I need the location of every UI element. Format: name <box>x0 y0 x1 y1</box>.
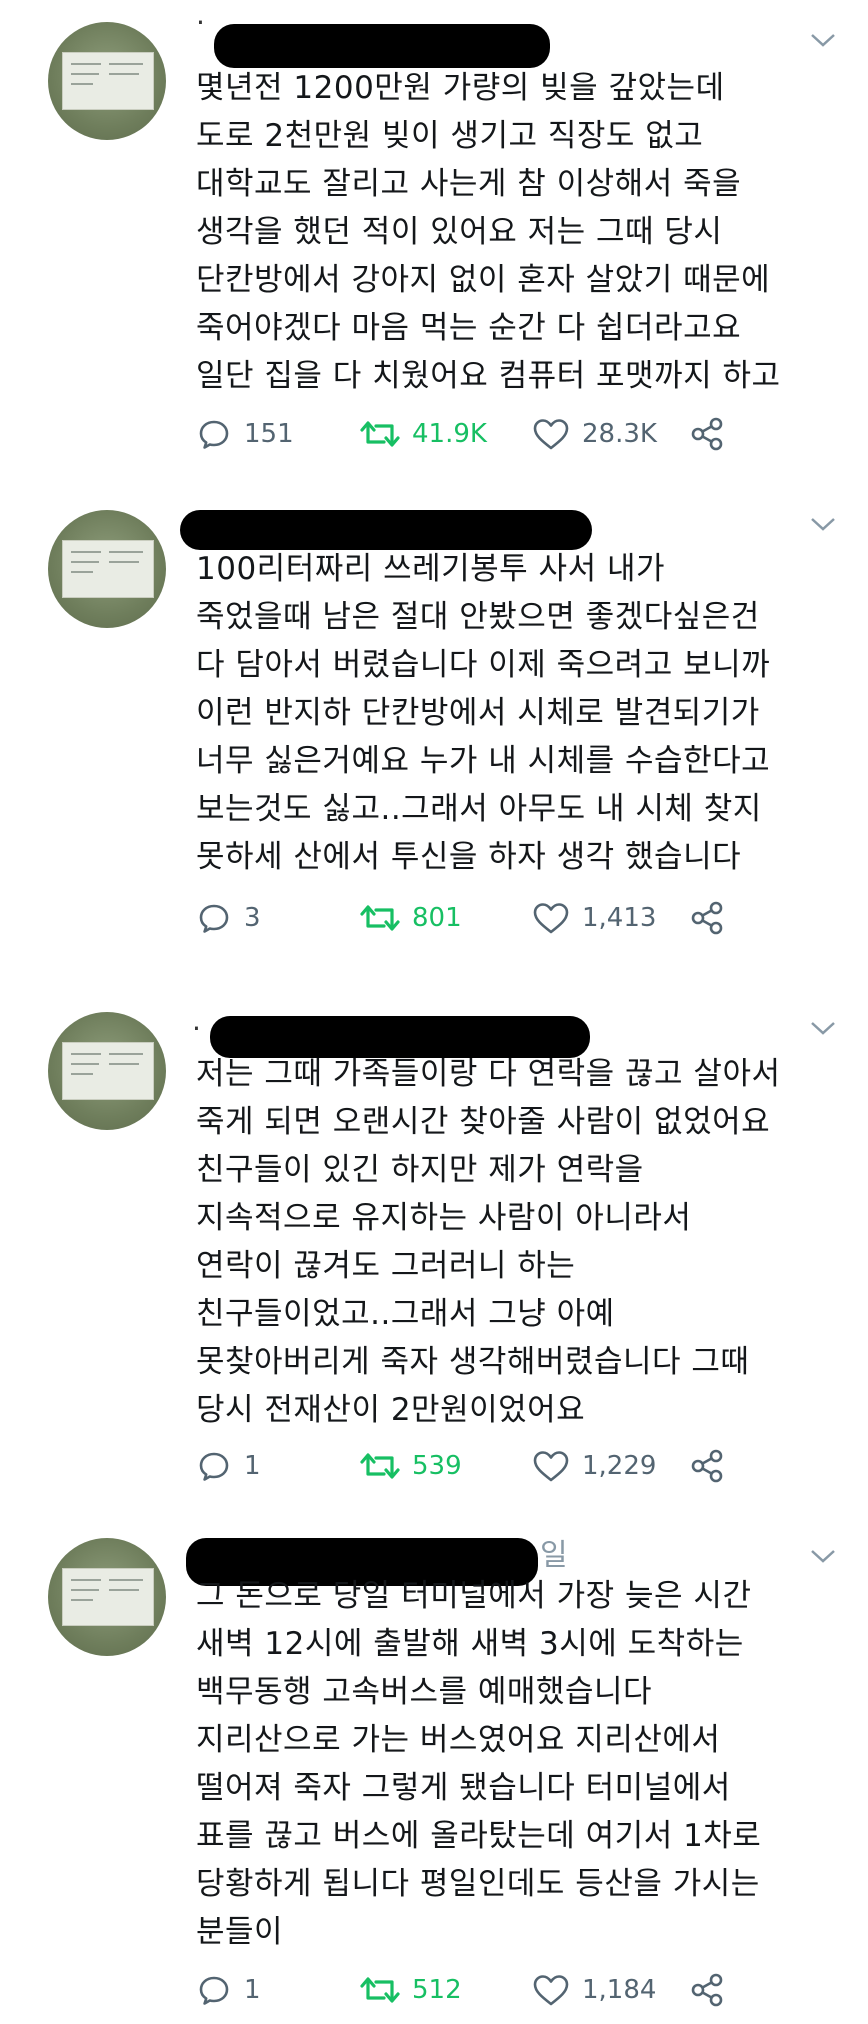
reply-count: 3 <box>244 903 261 933</box>
retweet-count: 41.9K <box>412 419 487 449</box>
reply-button[interactable]: 151 <box>196 412 294 456</box>
handle-dot: · <box>192 1012 201 1045</box>
chevron-down-icon[interactable] <box>808 514 838 534</box>
retweet-icon <box>360 1453 400 1479</box>
tweet-text: 100리터짜리 쓰레기봉투 사서 내가 죽었을때 남은 절대 안봤으면 좋겠다싶… <box>196 551 771 875</box>
tweet-thread: · 몇년전 1200만원 가량의 빚을 갚았는데 도로 2천만원 빚이 생기고 … <box>0 0 868 2024</box>
retweet-icon <box>360 421 400 447</box>
like-button[interactable]: 28.3K <box>532 412 657 456</box>
share-button[interactable] <box>690 1444 726 1488</box>
reply-bubble-icon <box>199 420 229 449</box>
chevron-down-icon[interactable] <box>808 1546 838 1566</box>
like-count: 1,184 <box>582 1975 657 2005</box>
reply-count: 1 <box>244 1451 261 1481</box>
retweet-count: 539 <box>412 1451 462 1481</box>
avatar[interactable] <box>48 510 166 628</box>
heart-icon <box>533 419 569 450</box>
like-button[interactable]: 1,229 <box>532 1444 656 1488</box>
reply-count: 151 <box>244 419 294 449</box>
heart-icon <box>533 903 569 934</box>
tweet-text: 그 돈으로 당일 터미널에서 가장 늦은 시간 새벽 12시에 출발해 새벽 3… <box>196 1578 762 1950</box>
retweet-icon <box>360 905 400 931</box>
reply-button[interactable]: 1 <box>196 1444 261 1488</box>
tweet-actions: 3 801 1,413 <box>196 896 796 940</box>
avatar[interactable] <box>48 22 166 140</box>
retweet-count: 512 <box>412 1975 462 2005</box>
like-count: 28.3K <box>582 419 657 449</box>
retweet-button[interactable]: 801 <box>360 896 462 940</box>
heart-icon <box>533 1975 569 2006</box>
reply-bubble-icon <box>199 1976 229 2005</box>
share-button[interactable] <box>690 412 726 456</box>
chevron-down-icon[interactable] <box>808 30 838 50</box>
retweet-icon <box>360 1977 400 2003</box>
retweet-button[interactable]: 41.9K <box>360 412 487 456</box>
avatar[interactable] <box>48 1012 166 1130</box>
share-icon <box>691 901 723 935</box>
tweet-actions: 1 512 1,184 <box>196 1968 796 2012</box>
heart-icon <box>533 1451 569 1482</box>
handle-dot: · <box>196 6 205 39</box>
share-icon <box>691 1973 723 2007</box>
like-button[interactable]: 1,184 <box>532 1968 656 2012</box>
reply-bubble-icon <box>199 1452 229 1481</box>
like-button[interactable]: 1,413 <box>532 896 656 940</box>
reply-button[interactable]: 3 <box>196 896 261 940</box>
share-button[interactable] <box>690 896 726 940</box>
header-fragment: 일 <box>540 1538 568 1573</box>
reply-button[interactable]: 1 <box>196 1968 261 2012</box>
share-button[interactable] <box>690 1968 726 2012</box>
like-count: 1,229 <box>582 1451 657 1481</box>
reply-count: 1 <box>244 1975 261 2005</box>
tweet: · 몇년전 1200만원 가량의 빚을 갚았는데 도로 2천만원 빚이 생기고 … <box>0 0 868 470</box>
tweet-text: 저는 그때 가족들이랑 다 연락을 끊고 살아서 죽게 되면 오랜시간 찾아줄 … <box>196 1056 781 1428</box>
retweet-button[interactable]: 512 <box>360 1968 462 2012</box>
share-icon <box>691 417 723 451</box>
redacted-username <box>214 24 550 68</box>
redacted-username <box>180 510 592 550</box>
avatar[interactable] <box>48 1538 166 1656</box>
share-icon <box>691 1449 723 1483</box>
reply-bubble-icon <box>199 904 229 933</box>
tweet-text: 몇년전 1200만원 가량의 빚을 갚았는데 도로 2천만원 빚이 생기고 직장… <box>196 70 781 394</box>
chevron-down-icon[interactable] <box>808 1018 838 1038</box>
retweet-count: 801 <box>412 903 462 933</box>
tweet-actions: 151 41.9K 28.3K <box>196 412 796 456</box>
like-count: 1,413 <box>582 903 657 933</box>
tweet-actions: 1 539 1,229 <box>196 1444 796 1488</box>
retweet-button[interactable]: 539 <box>360 1444 462 1488</box>
